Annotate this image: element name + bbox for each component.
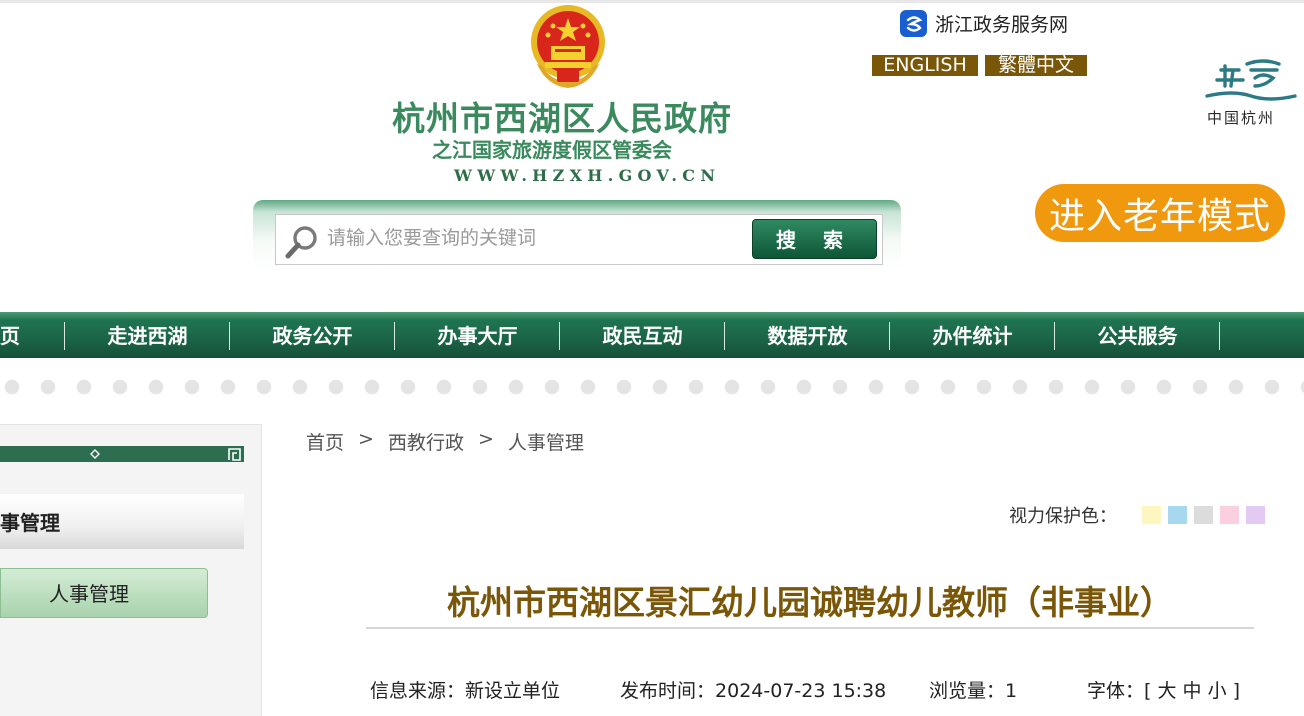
nav-item-home[interactable]: 首页	[0, 312, 65, 358]
font-medium-button[interactable]: 中	[1183, 680, 1202, 702]
ornament-icon	[90, 449, 100, 459]
eye-color-yellow[interactable]	[1142, 506, 1161, 524]
article-views: 浏览量：1	[929, 676, 1017, 703]
nav-item-interaction[interactable]: 政民互动	[560, 312, 725, 358]
sidebar-item-label: 人事管理	[49, 582, 129, 606]
breadcrumb-home[interactable]: 首页	[306, 428, 344, 455]
time-value: 2024-07-23 15:38	[715, 680, 887, 702]
source-label: 信息来源：	[370, 680, 466, 702]
decorative-dots-divider	[0, 378, 1304, 396]
government-url: WWW.HZXH.GOV.CN	[454, 166, 721, 185]
search-icon	[285, 226, 317, 259]
breadcrumb-personnel[interactable]: 人事管理	[508, 428, 584, 455]
eye-color-gray[interactable]	[1194, 506, 1213, 524]
zhejiang-service-icon	[900, 10, 927, 37]
traditional-chinese-button[interactable]: 繁體中文	[985, 55, 1087, 76]
font-label: 字体：	[1087, 680, 1145, 702]
breadcrumb: 首页 > 西教行政 > 人事管理	[306, 428, 584, 455]
nav-item-public-service[interactable]: 公共服务	[1055, 312, 1220, 358]
font-size-control: 字体：[ 大 中 小 ]	[1087, 676, 1240, 703]
corner-ornament-icon	[228, 448, 241, 461]
source-value: 新设立单位	[465, 680, 561, 702]
sidebar-item-personnel[interactable]: 人事管理	[0, 568, 208, 618]
nav-item-statistics[interactable]: 办件统计	[890, 312, 1055, 358]
english-button[interactable]: ENGLISH	[872, 55, 978, 76]
views-value: 1	[1005, 680, 1018, 702]
top-border	[0, 0, 1304, 3]
eye-color-pink[interactable]	[1220, 506, 1239, 524]
nav-item-open-data[interactable]: 数据开放	[725, 312, 890, 358]
nav-item-government-affairs[interactable]: 政务公开	[230, 312, 395, 358]
search-input[interactable]	[327, 223, 737, 253]
main-nav: 首页 走进西湖 政务公开 办事大厅 政民互动 数据开放 办件统计 公共服务	[0, 312, 1304, 358]
eye-protect-label: 视力保护色：	[1009, 506, 1117, 527]
national-emblem-icon	[531, 5, 605, 88]
zhejiang-service-link[interactable]: 浙江政务服务网	[900, 10, 1068, 37]
elder-mode-button[interactable]: 进入老年模式	[1035, 184, 1285, 242]
font-bracket-open: [	[1144, 680, 1152, 702]
eye-color-purple[interactable]	[1246, 506, 1265, 524]
font-small-button[interactable]: 小	[1208, 680, 1227, 702]
breadcrumb-xijiao[interactable]: 西教行政	[388, 428, 464, 455]
font-bracket-close: ]	[1232, 680, 1241, 702]
article-publish-time: 发布时间：2024-07-23 15:38	[620, 676, 886, 703]
font-large-button[interactable]: 大	[1157, 680, 1176, 702]
sidebar-title: 人事管理	[0, 494, 244, 549]
time-label: 发布时间：	[620, 680, 716, 702]
sidebar-header-bar	[0, 446, 244, 462]
breadcrumb-separator: >	[477, 428, 494, 450]
nav-item-about-xihu[interactable]: 走进西湖	[65, 312, 230, 358]
search-button[interactable]: 搜 索	[752, 219, 877, 259]
zhejiang-service-label: 浙江政务服务网	[935, 14, 1069, 36]
sidebar-title-text: 人事管理	[0, 511, 60, 535]
breadcrumb-separator: >	[358, 428, 374, 450]
government-name: 杭州市西湖区人民政府	[392, 99, 732, 138]
title-divider	[366, 627, 1254, 629]
article-source: 信息来源：新设立单位	[370, 676, 560, 703]
article-title: 杭州市西湖区景汇幼儿园诚聘幼儿教师（非事业）	[447, 583, 1173, 622]
hangzhou-logo-text: 中国杭州	[1207, 109, 1276, 127]
nav-item-service-hall[interactable]: 办事大厅	[395, 312, 560, 358]
government-subtitle: 之江国家旅游度假区管委会	[432, 138, 672, 162]
views-label: 浏览量：	[929, 680, 1006, 702]
eye-color-blue[interactable]	[1168, 506, 1187, 524]
